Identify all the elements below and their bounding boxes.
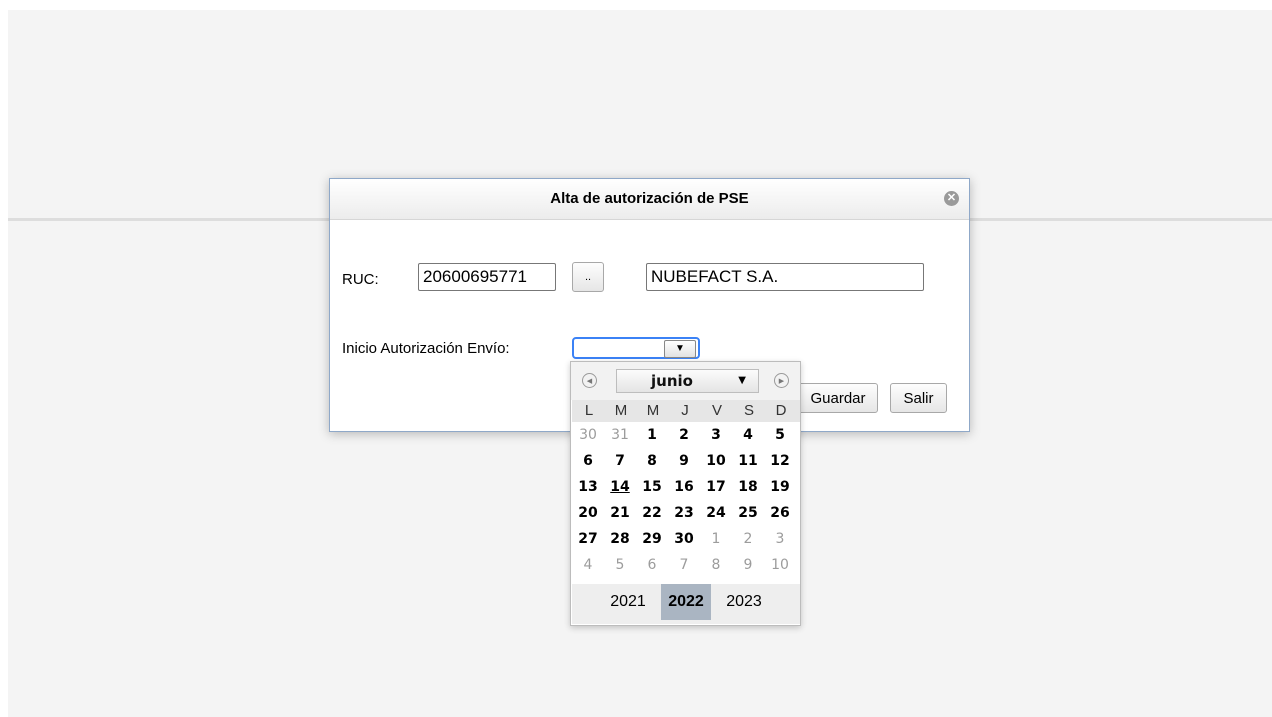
calendar-day[interactable]: 9	[669, 451, 699, 472]
calendar-day[interactable]: 2	[733, 529, 763, 550]
calendar-day[interactable]: 7	[669, 555, 699, 576]
calendar-day[interactable]: 20	[573, 503, 603, 524]
ruc-lookup-button[interactable]: ..	[572, 262, 604, 292]
calendar-day[interactable]: 30	[669, 529, 699, 550]
save-button[interactable]: Guardar	[798, 383, 878, 413]
weekday-label: D	[775, 402, 787, 419]
calendar-day[interactable]: 1	[701, 529, 731, 550]
start-date-label: Inicio Autorización Envío:	[342, 340, 510, 357]
year-option[interactable]: 2022	[661, 584, 711, 620]
weekday-label: V	[711, 402, 722, 419]
calendar-day[interactable]: 26	[765, 503, 795, 524]
calendar-day[interactable]: 3	[701, 425, 731, 446]
chevron-down-icon: ▼	[738, 375, 746, 386]
calendar-day[interactable]: 2	[669, 425, 699, 446]
calendar-day[interactable]: 13	[573, 477, 603, 498]
chevron-down-icon[interactable]: ▼	[664, 340, 696, 358]
calendar-day[interactable]: 29	[637, 529, 667, 550]
calendar-day[interactable]: 28	[605, 529, 635, 550]
calendar-day[interactable]: 21	[605, 503, 635, 524]
calendar-day[interactable]: 9	[733, 555, 763, 576]
calendar-day[interactable]: 24	[701, 503, 731, 524]
month-label: junio	[651, 372, 693, 390]
weekday-label: L	[584, 402, 594, 419]
calendar-day[interactable]: 8	[701, 555, 731, 576]
exit-button[interactable]: Salir	[890, 383, 947, 413]
date-picker-popup: ◀ junio ▼ ▶ LMMJVSD 2021 2022 2023 30 31 1 2 3…	[570, 361, 801, 626]
weekday-label: M	[614, 402, 628, 419]
calendar-day[interactable]: 22	[637, 503, 667, 524]
year-selector: 2021 2022 2023	[572, 584, 800, 624]
calendar-day[interactable]: 14	[605, 477, 635, 498]
calendar-day[interactable]: 30	[573, 425, 603, 446]
calendar-day[interactable]: 4	[573, 555, 603, 576]
calendar-day[interactable]: 16	[669, 477, 699, 498]
weekday-header: LMMJVSD	[572, 400, 800, 422]
prev-month-icon[interactable]: ◀	[582, 373, 597, 388]
year-option[interactable]: 2023	[719, 584, 769, 620]
calendar-day[interactable]: 27	[573, 529, 603, 550]
calendar-day[interactable]: 10	[765, 555, 795, 576]
calendar-day[interactable]: 10	[701, 451, 731, 472]
weekday-label: J	[681, 402, 689, 419]
ruc-field[interactable]: 20600695771	[418, 263, 556, 291]
calendar-day[interactable]: 12	[765, 451, 795, 472]
close-icon[interactable]: ✕	[944, 191, 959, 206]
next-month-icon[interactable]: ▶	[774, 373, 789, 388]
weekday-label: M	[646, 402, 660, 419]
company-name-field[interactable]: NUBEFACT S.A.	[646, 263, 924, 291]
calendar-day[interactable]: 25	[733, 503, 763, 524]
calendar-day[interactable]: 15	[637, 477, 667, 498]
calendar-day[interactable]: 4	[733, 425, 763, 446]
calendar-day[interactable]: 6	[573, 451, 603, 472]
weekday-label: S	[743, 402, 754, 419]
calendar-header: ◀ junio ▼ ▶	[571, 362, 800, 400]
dialog-title: Alta de autorización de PSE	[330, 179, 969, 220]
month-select[interactable]: junio ▼	[616, 369, 759, 393]
calendar-day[interactable]: 8	[637, 451, 667, 472]
calendar-day[interactable]: 11	[733, 451, 763, 472]
calendar-day[interactable]: 7	[605, 451, 635, 472]
calendar-day[interactable]: 18	[733, 477, 763, 498]
start-date-combo[interactable]: ▼	[572, 337, 700, 359]
ruc-label: RUC:	[342, 271, 379, 288]
calendar-day[interactable]: 5	[605, 555, 635, 576]
year-option[interactable]: 2021	[603, 584, 653, 620]
calendar-day[interactable]: 17	[701, 477, 731, 498]
calendar-day[interactable]: 19	[765, 477, 795, 498]
calendar-day[interactable]: 3	[765, 529, 795, 550]
calendar-day[interactable]: 31	[605, 425, 635, 446]
calendar-day[interactable]: 1	[637, 425, 667, 446]
calendar-day[interactable]: 6	[637, 555, 667, 576]
calendar-day[interactable]: 23	[669, 503, 699, 524]
calendar-day[interactable]: 5	[765, 425, 795, 446]
